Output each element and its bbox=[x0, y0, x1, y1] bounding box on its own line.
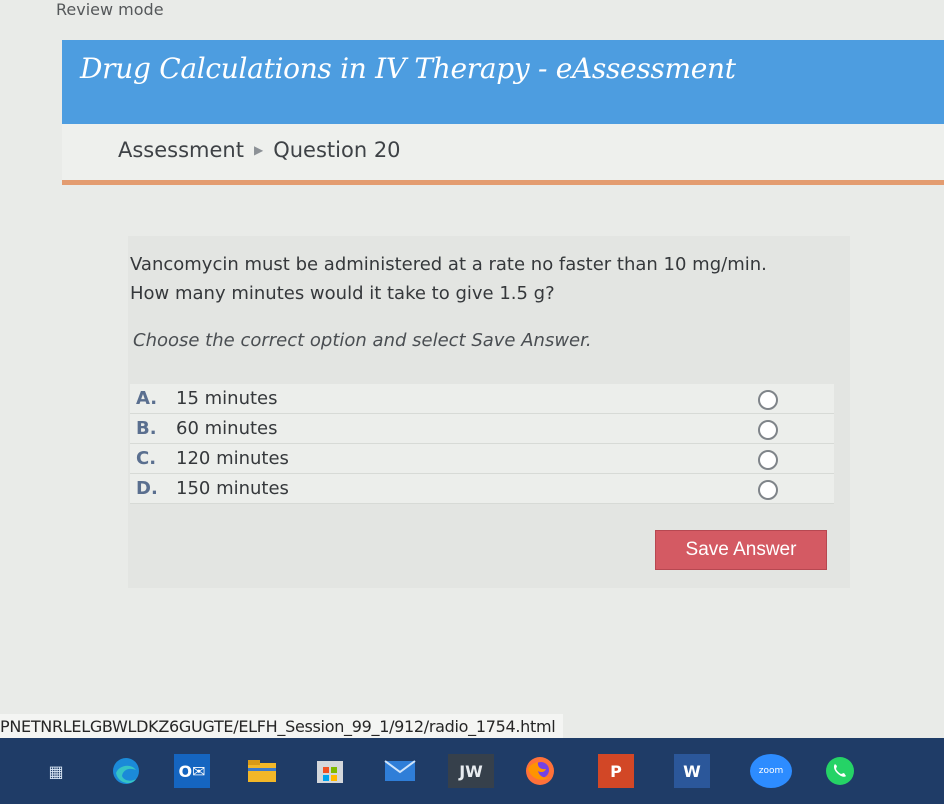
jw-app-icon[interactable]: JW bbox=[448, 754, 494, 788]
outlook-icon[interactable]: O✉ bbox=[174, 754, 210, 788]
edge-icon[interactable] bbox=[102, 754, 150, 788]
option-label: 15 minutes bbox=[176, 388, 278, 409]
save-answer-button[interactable]: Save Answer bbox=[655, 530, 827, 570]
accent-rule bbox=[62, 180, 944, 185]
option-letter: B. bbox=[136, 418, 157, 439]
option-c[interactable]: C. 120 minutes bbox=[130, 444, 834, 474]
radio-button[interactable] bbox=[758, 450, 778, 470]
option-letter: D. bbox=[136, 478, 158, 499]
option-b[interactable]: B. 60 minutes bbox=[130, 414, 834, 444]
status-url: PNETNRLELGBWLDKZ6GUGTE/ELFH_Session_99_1… bbox=[0, 714, 564, 739]
option-a[interactable]: A. 15 minutes bbox=[130, 384, 834, 414]
radio-button[interactable] bbox=[758, 390, 778, 410]
store-icon[interactable] bbox=[312, 754, 348, 788]
option-label: 120 minutes bbox=[176, 448, 289, 469]
mail-icon[interactable] bbox=[382, 754, 418, 788]
question-text: Vancomycin must be administered at a rat… bbox=[130, 254, 767, 304]
option-label: 60 minutes bbox=[176, 418, 278, 439]
review-mode-label: Review mode bbox=[56, 0, 164, 19]
instruction-text: Choose the correct option and select Sav… bbox=[133, 330, 592, 351]
breadcrumb: Assessment ▶ Question 20 bbox=[118, 138, 401, 162]
whatsapp-icon[interactable] bbox=[822, 754, 858, 788]
breadcrumb-item-question: Question 20 bbox=[273, 138, 401, 162]
option-letter: A. bbox=[136, 388, 158, 409]
radio-button[interactable] bbox=[758, 420, 778, 440]
options-list: A. 15 minutes B. 60 minutes C. 120 minut… bbox=[130, 384, 834, 504]
powerpoint-icon[interactable]: P bbox=[598, 754, 634, 788]
word-icon[interactable]: W bbox=[674, 754, 710, 788]
option-label: 150 minutes bbox=[176, 478, 289, 499]
option-d[interactable]: D. 150 minutes bbox=[130, 474, 834, 504]
page-title: Drug Calculations in IV Therapy - eAsses… bbox=[80, 52, 736, 85]
task-view-icon[interactable]: ▦ bbox=[38, 754, 74, 788]
file-explorer-icon[interactable] bbox=[244, 754, 280, 788]
firefox-icon[interactable] bbox=[522, 754, 558, 788]
radio-button[interactable] bbox=[758, 480, 778, 500]
taskbar: ▦ O✉ JW P W zoom bbox=[0, 738, 944, 804]
chevron-right-icon: ▶ bbox=[253, 143, 264, 157]
zoom-icon[interactable]: zoom bbox=[750, 754, 792, 788]
option-letter: C. bbox=[136, 448, 157, 469]
breadcrumb-item-assessment[interactable]: Assessment bbox=[118, 138, 244, 162]
